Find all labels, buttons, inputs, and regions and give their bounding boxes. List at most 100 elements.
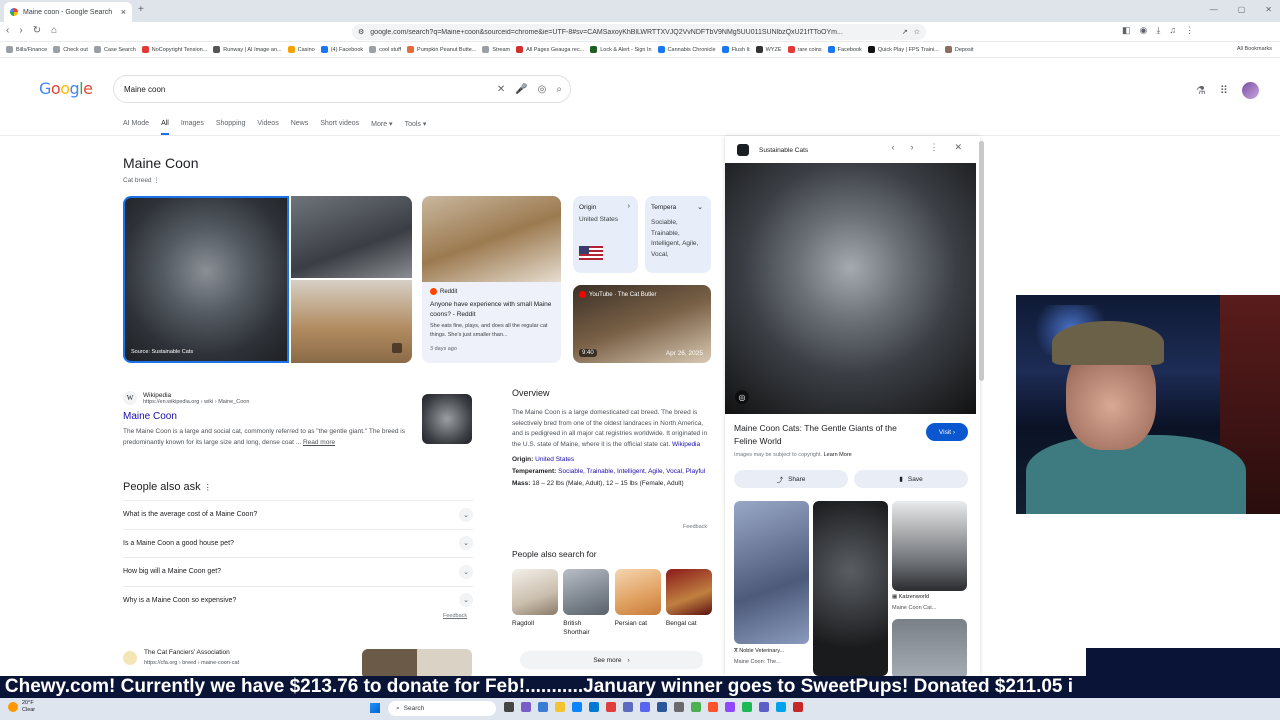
search-box[interactable]: Maine coon ✕ 🎤 ◎ ⌕ — [113, 75, 571, 103]
bookmark-item[interactable]: Quick Play | FPS Traini... — [867, 46, 939, 53]
paa-question[interactable]: What is the average cost of a Maine Coon… — [123, 500, 473, 528]
paa-question[interactable]: Why is a Maine Coon so expensive? ⌄ — [123, 585, 473, 614]
mic-icon[interactable]: 🎤 — [515, 84, 527, 95]
next-icon[interactable]: › — [910, 142, 913, 153]
bookmark-item[interactable]: Cannabis Chronicle — [657, 46, 716, 53]
extension-icon[interactable]: ◧ — [1122, 25, 1131, 36]
feedback-link[interactable]: Feedback — [683, 524, 707, 530]
bookmark-item[interactable]: All Pages Geauga rec... — [516, 46, 584, 53]
bookmark-item[interactable]: Bills/Finance — [6, 46, 47, 53]
tab-all[interactable]: All — [161, 120, 169, 135]
clear-icon[interactable]: ✕ — [497, 84, 505, 95]
tab-tools[interactable]: Tools ▾ — [405, 120, 427, 135]
scrollbar[interactable] — [979, 141, 984, 381]
reddit-card[interactable]: Reddit Anyone have experience with small… — [422, 196, 561, 363]
pas-item[interactable]: British Shorthair — [563, 569, 610, 637]
back-icon[interactable]: ‹ — [6, 25, 9, 36]
bookmark-item[interactable]: NoCopyright Tension... — [141, 46, 207, 53]
new-tab-icon[interactable]: + — [138, 4, 144, 15]
store-icon[interactable] — [538, 702, 548, 712]
address-bar[interactable]: ⚙ google.com/search?q=Maine+coon&sourcei… — [352, 24, 926, 40]
taskbar-search[interactable]: ⌕ Search — [388, 701, 496, 716]
cfa-thumbnails[interactable] — [362, 649, 472, 679]
minimize-icon[interactable]: — — [1210, 5, 1218, 14]
origin-card[interactable]: Origin › United States — [573, 196, 638, 273]
bookmark-item[interactable]: (4) Facebook — [320, 46, 363, 53]
see-more-button[interactable]: See more › — [520, 651, 703, 669]
maximize-icon[interactable]: ▢ — [1238, 5, 1246, 14]
related-image[interactable] — [813, 501, 888, 676]
app-icon[interactable] — [623, 702, 633, 712]
opera-icon[interactable] — [606, 702, 616, 712]
bookmark-item[interactable]: Pumpkin Peanut Butte... — [407, 46, 476, 53]
close-icon[interactable]: ✕ — [954, 142, 962, 153]
prev-icon[interactable]: ‹ — [891, 142, 894, 153]
app-icon[interactable] — [674, 702, 684, 712]
related-image[interactable] — [892, 619, 967, 679]
media-icon[interactable]: ♫ — [1169, 25, 1176, 36]
share-button[interactable]: ⤴ Share — [734, 470, 848, 488]
tab-news[interactable]: News — [291, 120, 309, 135]
more-icon[interactable]: ⋮ — [204, 483, 212, 492]
chrome-icon[interactable] — [691, 702, 701, 712]
search-icon[interactable]: ⌕ — [556, 84, 562, 95]
tab-short-videos[interactable]: Short videos — [320, 120, 359, 135]
spotify-icon[interactable] — [742, 702, 752, 712]
bookmark-item[interactable]: Lock & Alert - Sign In — [590, 46, 652, 53]
panel-title[interactable]: Maine Coon Cats: The Gentle Giants of th… — [734, 422, 914, 448]
result-link[interactable]: Maine Coon — [123, 411, 413, 422]
main-cat-image[interactable]: Source: Sustainable Cats — [123, 196, 289, 363]
all-bookmarks[interactable]: All Bookmarks — [1237, 46, 1272, 52]
related-image[interactable] — [734, 501, 809, 644]
bookmark-item[interactable]: Check out — [53, 46, 88, 53]
paa-question[interactable]: How big will a Maine Coon get? ⌄ — [123, 557, 473, 585]
apps-grid-icon[interactable]: ⠿ — [1220, 84, 1228, 97]
tab-images[interactable]: Images — [181, 120, 204, 135]
extension-icon[interactable]: ◉ — [1140, 25, 1148, 36]
visit-button[interactable]: Visit › — [926, 423, 968, 441]
close-window-icon[interactable]: ✕ — [1265, 5, 1272, 14]
bookmark-item[interactable]: rare coins — [787, 46, 822, 53]
app-icon[interactable] — [793, 702, 803, 712]
panel-main-image[interactable]: ◎ — [725, 163, 976, 414]
download-icon[interactable]: ⤓ — [1156, 25, 1160, 36]
bookmark-item[interactable]: Stream — [482, 46, 510, 53]
pas-item[interactable]: Bengal cat — [665, 569, 712, 628]
home-icon[interactable]: ⌂ — [51, 25, 57, 36]
save-button[interactable]: ▮ Save — [854, 470, 968, 488]
read-more-link[interactable]: Read more — [303, 439, 335, 446]
labs-icon[interactable]: ⚗ — [1196, 84, 1206, 97]
app-icon[interactable] — [657, 702, 667, 712]
tab-more[interactable]: More ▾ — [371, 120, 392, 135]
bookmark-item[interactable]: Flush It — [721, 46, 750, 53]
site-info-icon[interactable]: ⚙ — [358, 28, 364, 36]
bookmark-item[interactable]: Facebook — [827, 46, 862, 53]
lens-icon[interactable]: ◎ — [735, 390, 749, 404]
close-tab-icon[interactable]: × — [121, 7, 126, 17]
wiki-thumbnail[interactable] — [422, 394, 472, 444]
paa-question[interactable]: Is a Maine Coon a good house pet? ⌄ — [123, 528, 473, 557]
brave-icon[interactable] — [708, 702, 718, 712]
more-icon[interactable]: ⋮ — [153, 177, 160, 184]
browser-tab[interactable]: Maine coon - Google Search × — [4, 2, 132, 22]
bookmark-star-icon[interactable]: ☆ — [914, 28, 920, 36]
menu-dots-icon[interactable]: ⋮ — [1185, 25, 1194, 36]
avatar[interactable] — [1241, 82, 1259, 99]
bookmark-item[interactable]: Deposit — [944, 46, 974, 53]
windows-start-icon[interactable] — [370, 703, 380, 713]
panel-source[interactable]: Sustainable Cats — [737, 144, 808, 156]
reload-icon[interactable]: ↻ — [33, 25, 41, 36]
pas-item[interactable]: Persian cat — [614, 569, 661, 628]
edge-icon[interactable] — [589, 702, 599, 712]
bookmark-item[interactable]: Casino — [287, 46, 315, 53]
google-logo[interactable]: Google — [39, 79, 93, 98]
twitch-icon[interactable] — [725, 702, 735, 712]
bookmark-item[interactable]: Case Search — [93, 46, 136, 53]
bookmark-item[interactable]: Runway | AI Image an... — [213, 46, 282, 53]
discord-icon[interactable] — [640, 702, 650, 712]
forward-icon[interactable]: › — [19, 25, 22, 36]
tab-videos[interactable]: Videos — [257, 120, 278, 135]
bookmark-item[interactable]: WYZE — [755, 46, 782, 53]
weather-widget[interactable]: 20°F Clear — [8, 700, 35, 714]
share-icon[interactable]: ↗ — [902, 28, 908, 36]
